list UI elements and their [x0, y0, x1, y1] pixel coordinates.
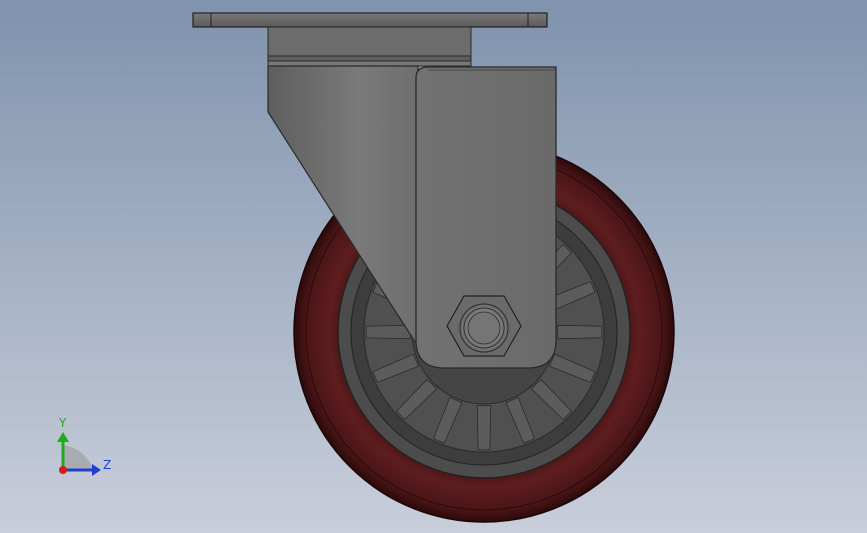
y-axis-arrow — [57, 432, 69, 442]
triad-plane — [63, 445, 94, 470]
z-axis-label: Z — [103, 458, 111, 472]
y-axis-label: Y — [58, 416, 67, 430]
cad-graphics-viewport[interactable]: Y Z — [0, 0, 867, 533]
x-axis-dot — [59, 466, 67, 474]
orientation-triad: Y Z — [57, 416, 111, 476]
z-axis-arrow — [92, 464, 101, 476]
